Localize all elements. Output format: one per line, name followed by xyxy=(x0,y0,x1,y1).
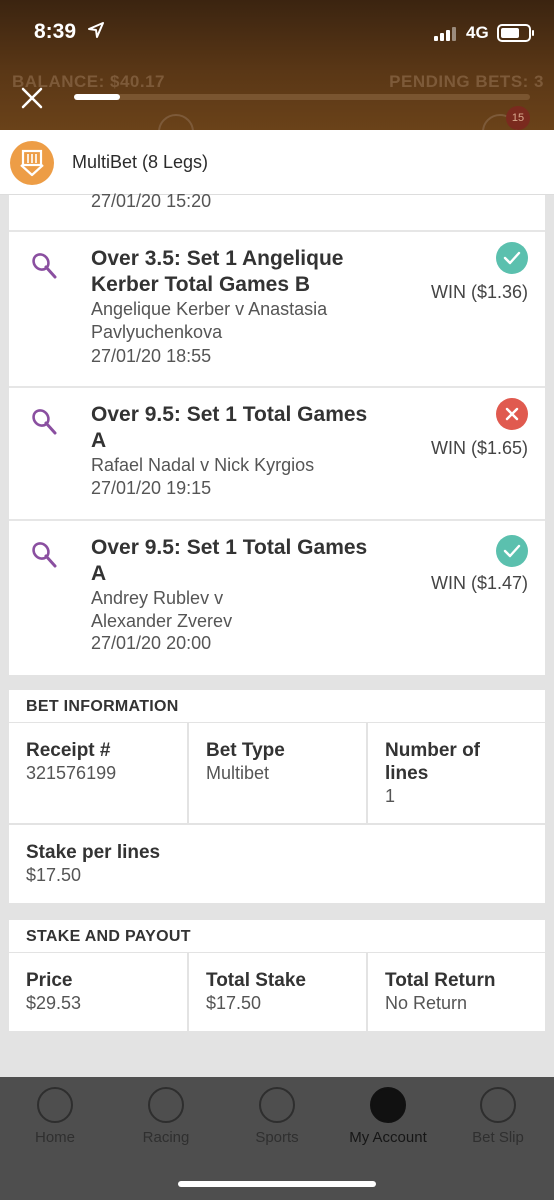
story-progress-fill xyxy=(74,94,120,100)
nav-label: My Account xyxy=(349,1129,427,1146)
leg-date: 27/01/20 20:00 xyxy=(91,633,212,653)
total-stake-cell: Total Stake $17.50 xyxy=(189,953,368,1031)
location-arrow-icon xyxy=(88,22,104,38)
multibet-icon xyxy=(10,141,54,185)
nav-label: Racing xyxy=(142,1129,190,1146)
nav-label: Bet Slip xyxy=(472,1129,524,1146)
total-return-label: Total Return xyxy=(385,970,496,991)
legs-list: 27/01/20 15:20 Over 3.5: Set 1 Angelique… xyxy=(9,191,545,675)
status-bar: 8:39 4G BALANCE: $40.17 PENDING BETS: 3 … xyxy=(0,0,554,150)
section-heading: BET INFORMATION xyxy=(9,690,545,723)
clock: 8:39 xyxy=(34,20,77,43)
price-cell: Price $29.53 xyxy=(9,953,189,1031)
leg-match: Rafael Nadal v Nick Kyrgios xyxy=(91,455,315,475)
lines-label: Number of lines xyxy=(385,740,480,784)
bet-information-section: BET INFORMATION Receipt # 321576199 Bet … xyxy=(9,690,545,903)
tennis-racket-icon xyxy=(32,542,57,568)
multibet-header: MultiBet (8 Legs) xyxy=(0,130,554,195)
leg-match: Angelique Kerber v Anastasia Pavlyuchenk… xyxy=(91,299,328,342)
pending-bets-text: PENDING BETS: 3 xyxy=(389,72,544,91)
signal-icon xyxy=(434,27,456,41)
check-icon xyxy=(496,535,528,567)
check-icon xyxy=(496,242,528,274)
home-indicator[interactable] xyxy=(178,1181,376,1187)
bet-type-cell: Bet Type Multibet xyxy=(189,723,368,823)
bet-type-label: Bet Type xyxy=(206,740,285,761)
nav-sports[interactable]: Sports xyxy=(222,1087,332,1146)
nav-bet-slip[interactable]: Bet Slip xyxy=(443,1087,553,1146)
receipt-cell: Receipt # 321576199 xyxy=(9,723,189,823)
lines-cell: Number of lines 1 xyxy=(368,723,545,823)
ball-icon xyxy=(259,1087,295,1123)
close-icon[interactable] xyxy=(20,86,44,110)
nav-label: Sports xyxy=(255,1129,299,1146)
horse-icon xyxy=(148,1087,184,1123)
nav-racing[interactable]: Racing xyxy=(111,1087,221,1146)
story-progress-bar xyxy=(74,94,530,100)
stake-per-line-cell: Stake per lines $17.50 xyxy=(9,825,545,903)
battery-icon xyxy=(497,24,534,42)
home-icon xyxy=(37,1087,73,1123)
stake-per-line-label: Stake per lines xyxy=(26,842,161,863)
cross-icon xyxy=(496,398,528,430)
notification-badge: 15 xyxy=(506,106,530,130)
nav-label: Home xyxy=(34,1129,75,1146)
leg-date: 27/01/20 19:15 xyxy=(91,478,212,498)
leg-match: Andrey Rublev v Alexander Zverev xyxy=(91,588,233,631)
bet-type-value: Multibet xyxy=(206,763,270,783)
multibet-title: MultiBet (8 Legs) xyxy=(72,152,209,172)
leg-date: 27/01/20 15:20 xyxy=(91,191,212,211)
leg-result: WIN ($1.65) xyxy=(430,438,528,458)
betslip-icon xyxy=(480,1087,516,1123)
account-icon xyxy=(370,1087,406,1123)
stake-per-line-value: $17.50 xyxy=(26,865,82,885)
total-return-value: No Return xyxy=(385,993,468,1013)
lines-value: 1 xyxy=(385,786,396,806)
leg-title: Over 3.5: Set 1 Angelique Kerber Total G… xyxy=(91,247,344,296)
receipt-value: 321576199 xyxy=(26,763,117,783)
price-label: Price xyxy=(26,970,73,991)
section-heading: STAKE AND PAYOUT xyxy=(9,920,545,953)
total-return-cell: Total Return No Return xyxy=(368,953,545,1031)
nav-my-account[interactable]: My Account xyxy=(333,1087,443,1146)
stake-payout-section: STAKE AND PAYOUT Price $29.53 Total Stak… xyxy=(9,920,545,1031)
tennis-racket-icon xyxy=(32,409,57,435)
total-stake-value: $17.50 xyxy=(206,993,262,1013)
leg-title: Over 9.5: Set 1 Total Games A xyxy=(91,403,368,452)
leg-result: WIN ($1.36) xyxy=(430,282,528,302)
total-stake-label: Total Stake xyxy=(206,970,306,991)
nav-home[interactable]: Home xyxy=(0,1087,110,1146)
leg-result: WIN ($1.47) xyxy=(430,573,528,593)
leg-title: Over 9.5: Set 1 Total Games A xyxy=(91,536,368,585)
receipt-label: Receipt # xyxy=(26,740,111,761)
price-value: $29.53 xyxy=(26,993,82,1013)
leg-date: 27/01/20 18:55 xyxy=(91,346,212,366)
network-type: 4G xyxy=(466,23,489,42)
tennis-racket-icon xyxy=(32,253,57,279)
